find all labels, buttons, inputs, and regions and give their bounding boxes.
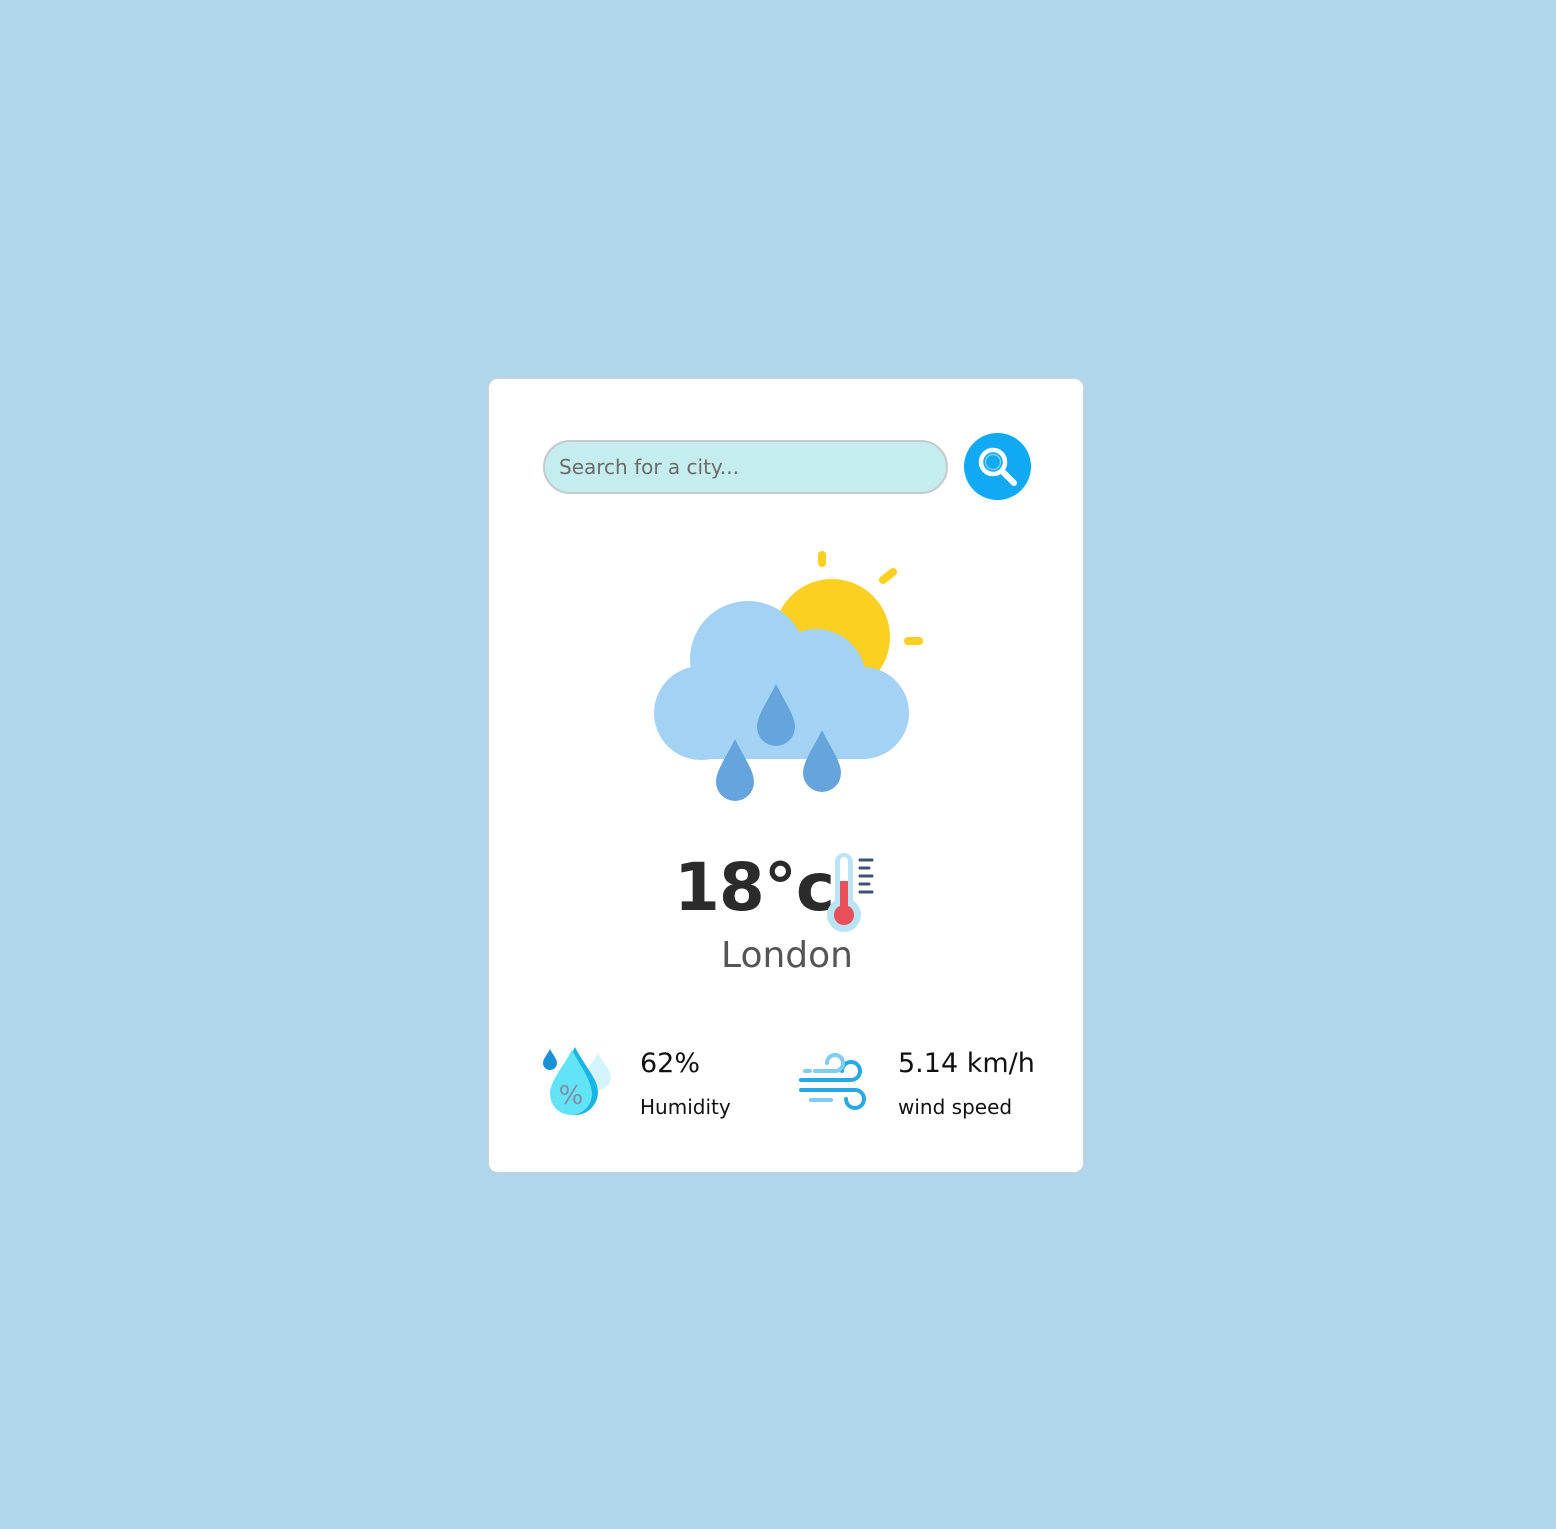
temperature-row: 18°c	[489, 847, 1083, 937]
search-input[interactable]	[543, 440, 948, 494]
search-icon	[976, 445, 1020, 489]
weather-card: 18°c London %	[488, 378, 1084, 1173]
humidity-value: 62%	[640, 1048, 701, 1079]
search-button[interactable]	[964, 433, 1031, 500]
wind-icon	[797, 1044, 873, 1120]
svg-text:%: %	[559, 1081, 584, 1111]
wind-label: wind speed	[898, 1095, 1013, 1119]
humidity-icon: %	[539, 1044, 615, 1120]
wind-value: 5.14 km/h	[898, 1048, 1035, 1079]
city-name: London	[721, 935, 853, 976]
humidity-label: Humidity	[640, 1095, 731, 1119]
thermometer-icon	[823, 851, 883, 933]
sun-cloud-rain-icon	[651, 549, 923, 805]
temperature-value: 18°c	[674, 849, 835, 926]
